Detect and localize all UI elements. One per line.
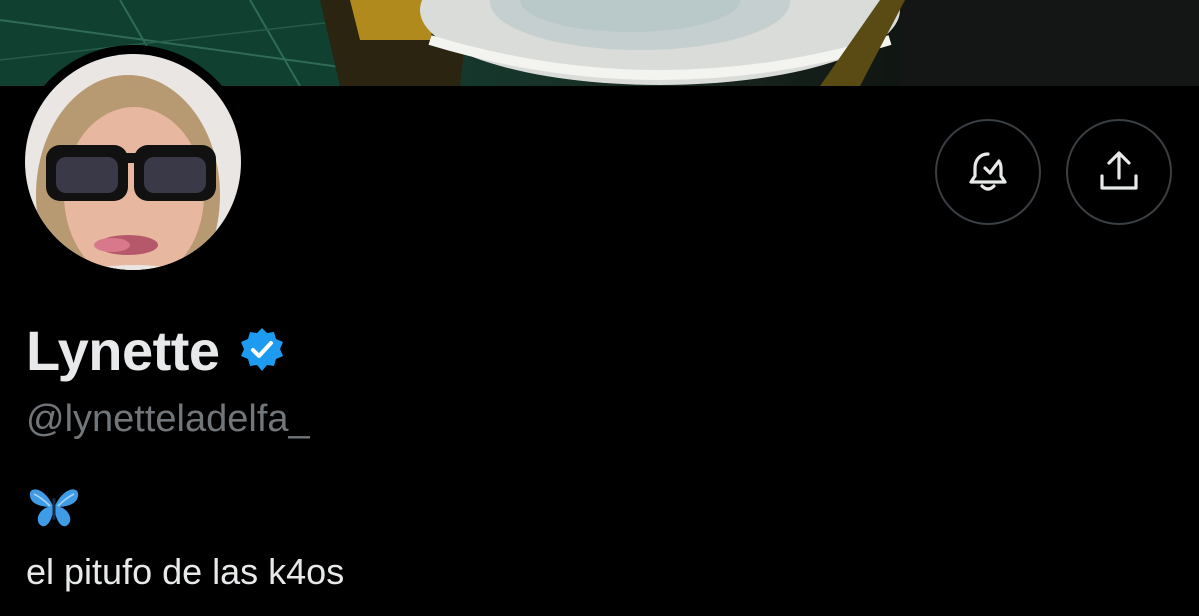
notifications-button[interactable] (935, 119, 1041, 225)
share-upload-icon (1100, 151, 1138, 190)
verified-badge-icon[interactable] (238, 326, 286, 374)
share-button[interactable] (1066, 119, 1172, 225)
bell-check-icon (969, 152, 1007, 191)
avatar-photo (16, 45, 250, 279)
butterfly-emoji-icon (26, 484, 82, 530)
profile-display-name: Lynette (26, 318, 220, 382)
profile-bio-text: el pitufo de las k4os (26, 551, 345, 592)
profile-bio: el pitufo de las k4os (26, 484, 344, 592)
profile-handle: @lynetteladelfa_ (26, 398, 310, 440)
profile-avatar[interactable] (16, 45, 250, 279)
profile-name-row: Lynette (26, 312, 286, 388)
